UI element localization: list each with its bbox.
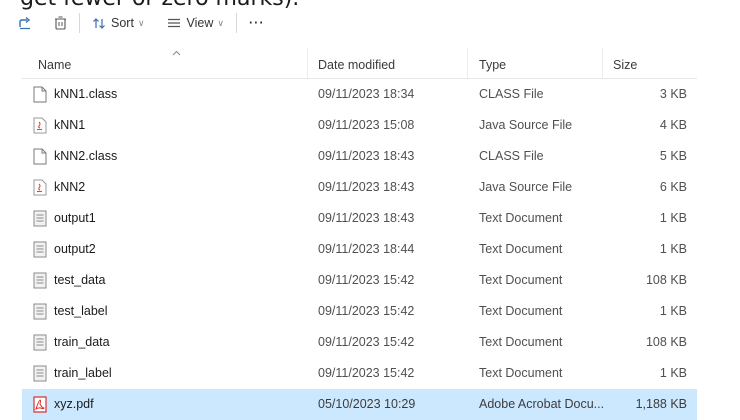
file-row[interactable]: test_data 09/11/2023 15:42 Text Document 10… <box>22 265 697 296</box>
file-size: 6 KB <box>659 180 687 194</box>
pdf-file-icon <box>33 396 47 413</box>
file-size: 108 KB <box>645 335 687 349</box>
file-date-modified: 09/11/2023 18:34 <box>318 87 415 101</box>
file-row[interactable]: kNN2.class 09/11/2023 18:43 CLASS File 5 KB <box>22 141 697 172</box>
file-type: Adobe Acrobat Docu... <box>479 397 605 411</box>
file-size: 4 KB <box>659 118 687 132</box>
file-name: kNN2.class <box>54 149 118 163</box>
file-size: 3 KB <box>659 87 687 101</box>
view-label: View <box>186 16 214 30</box>
column-divider <box>307 48 308 78</box>
file-date-modified: 09/11/2023 15:42 <box>318 304 415 318</box>
view-icon <box>167 18 180 28</box>
file-name: kNN1 <box>54 118 86 132</box>
toolbar-divider <box>79 13 80 33</box>
column-divider <box>467 48 468 78</box>
file-name: test_label <box>54 304 108 318</box>
file-size: 1 KB <box>659 211 687 225</box>
file-type: Text Document <box>479 211 563 225</box>
file-row[interactable]: output1 09/11/2023 18:43 Text Document 1 KB <box>22 203 697 234</box>
file-type: Text Document <box>479 335 563 349</box>
file-row[interactable]: test_label 09/11/2023 15:42 Text Document 1… <box>22 296 697 327</box>
file-name: test_data <box>54 273 106 287</box>
share-button[interactable] <box>14 11 36 35</box>
file-row[interactable]: train_label 09/11/2023 15:42 Text Document… <box>22 358 697 389</box>
file-type: Text Document <box>479 366 563 380</box>
view-button[interactable]: View ∨ <box>163 11 228 35</box>
text-file-icon <box>33 272 47 289</box>
text-file-icon <box>33 210 47 227</box>
file-name: xyz.pdf <box>54 397 94 411</box>
java-file-icon <box>33 179 47 196</box>
text-file-icon <box>33 303 47 320</box>
generic-file-icon <box>33 148 47 165</box>
sort-ascending-icon <box>172 50 181 56</box>
file-date-modified: 05/10/2023 10:29 <box>318 397 416 411</box>
delete-button[interactable] <box>50 11 71 35</box>
chevron-down-icon: ∨ <box>217 17 224 28</box>
file-row[interactable]: xyz.pdf 05/10/2023 10:29 Adobe Acrobat Doc… <box>22 389 697 420</box>
file-size: 1,188 KB <box>635 397 687 411</box>
file-size: 1 KB <box>659 304 687 318</box>
text-file-icon <box>33 365 47 382</box>
sort-icon <box>93 17 105 29</box>
column-header-date[interactable]: Date modified <box>318 58 395 72</box>
trash-icon <box>55 16 66 30</box>
file-type: CLASS File <box>479 149 544 163</box>
file-date-modified: 09/11/2023 18:44 <box>318 242 415 256</box>
file-name: kNN1.class <box>54 87 118 101</box>
file-name: kNN2 <box>54 180 86 194</box>
file-row[interactable]: kNN1 09/11/2023 15:08 Java Source File 4 KB <box>22 110 697 141</box>
java-file-icon <box>33 117 47 134</box>
file-date-modified: 09/11/2023 18:43 <box>318 149 415 163</box>
column-divider <box>602 48 603 78</box>
file-type: Text Document <box>479 304 563 318</box>
file-type: Text Document <box>479 273 563 287</box>
file-row[interactable]: train_data 09/11/2023 15:42 Text Document 1… <box>22 327 697 358</box>
column-header-type[interactable]: Type <box>479 58 506 72</box>
file-row[interactable]: kNN2 09/11/2023 18:43 Java Source File 6 KB <box>22 172 697 203</box>
text-file-icon <box>33 241 47 258</box>
text-file-icon <box>33 334 47 351</box>
column-header-name[interactable]: Name <box>38 58 71 72</box>
file-size: 5 KB <box>659 149 687 163</box>
file-name: output2 <box>54 242 96 256</box>
file-row[interactable]: output2 09/11/2023 18:44 Text Document 1 KB <box>22 234 697 265</box>
file-date-modified: 09/11/2023 18:43 <box>318 211 415 225</box>
file-date-modified: 09/11/2023 15:42 <box>318 335 415 349</box>
file-date-modified: 09/11/2023 15:42 <box>318 273 415 287</box>
column-header-size[interactable]: Size <box>613 58 637 72</box>
chevron-down-icon: ∨ <box>137 17 145 28</box>
file-row[interactable]: kNN1.class 09/11/2023 18:34 CLASS File 3 KB <box>22 79 697 110</box>
file-date-modified: 09/11/2023 15:42 <box>318 366 415 380</box>
file-type: Java Source File <box>479 118 573 132</box>
file-name: train_label <box>54 366 112 380</box>
file-name: output1 <box>54 211 96 225</box>
more-icon: ··· <box>249 16 265 30</box>
file-type: Java Source File <box>479 180 573 194</box>
file-date-modified: 09/11/2023 15:08 <box>318 118 415 132</box>
share-icon <box>19 16 31 30</box>
more-options-button[interactable]: ··· <box>245 11 269 35</box>
toolbar-divider <box>236 13 237 33</box>
column-header-row: Name Date modified Type Size <box>22 48 697 79</box>
sort-label: Sort <box>111 16 134 30</box>
file-date-modified: 09/11/2023 18:43 <box>318 180 415 194</box>
file-list: kNN1.class 09/11/2023 18:34 CLASS File 3 KB… <box>22 79 697 420</box>
generic-file-icon <box>33 86 47 103</box>
command-bar: Sort ∨ View ∨ ··· <box>0 10 740 36</box>
file-name: train_data <box>54 335 110 349</box>
file-type: CLASS File <box>479 87 544 101</box>
file-size: 108 KB <box>645 273 687 287</box>
file-size: 1 KB <box>659 366 687 380</box>
sort-button[interactable]: Sort ∨ <box>88 11 149 35</box>
file-size: 1 KB <box>659 242 687 256</box>
file-type: Text Document <box>479 242 563 256</box>
